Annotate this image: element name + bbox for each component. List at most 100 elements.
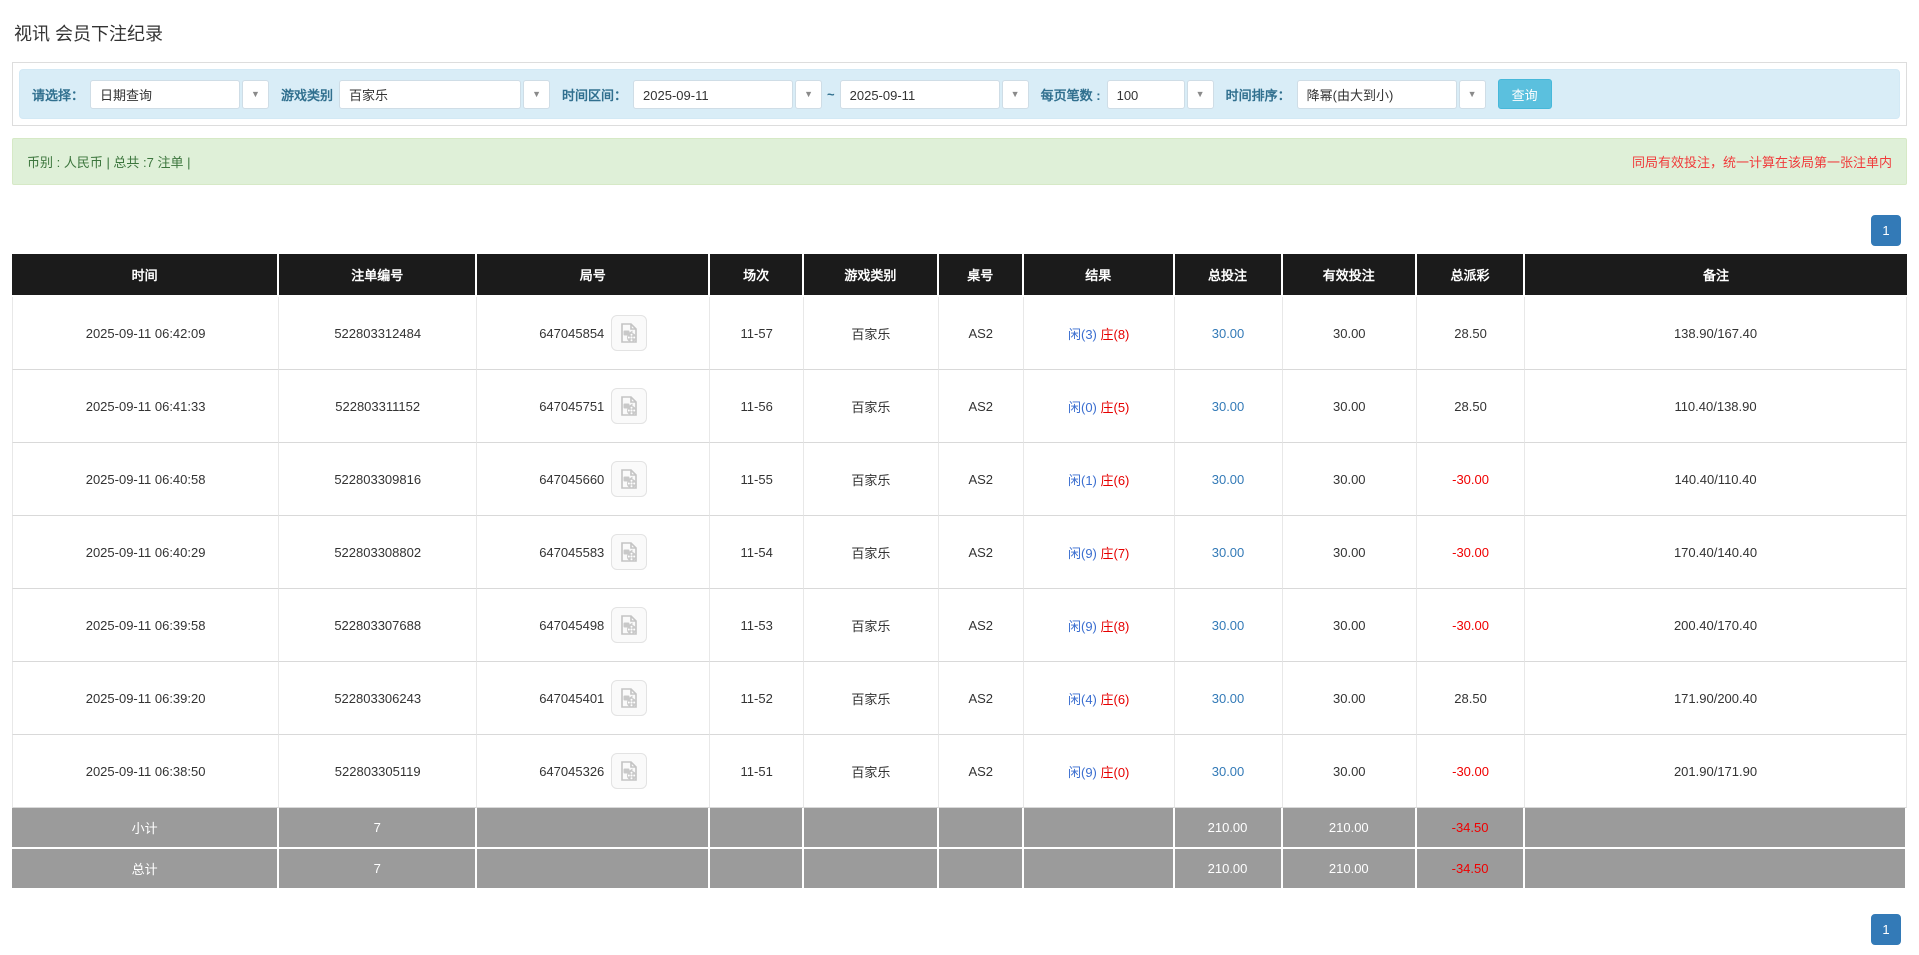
total-bet-link[interactable]: 30.00 — [1212, 399, 1245, 414]
video-file-icon — [621, 396, 638, 416]
cell-total-bet: 30.00 — [1174, 662, 1283, 735]
filter-toolbar: 请选择： 日期查询 ▼ 游戏类别 百家乐 ▼ 时间区间： 2025-09-11 … — [19, 69, 1900, 119]
date-to-value[interactable]: 2025-09-11 — [839, 79, 1000, 109]
chevron-down-icon[interactable]: ▼ — [242, 79, 270, 109]
chevron-down-icon[interactable]: ▼ — [523, 79, 551, 109]
chevron-down-icon[interactable]: ▼ — [1458, 79, 1486, 109]
total-bet-link[interactable]: 30.00 — [1212, 618, 1245, 633]
result-player: 闲(4) — [1067, 691, 1097, 707]
time-sort-value[interactable]: 降幂(由大到小) — [1296, 79, 1457, 109]
cell-table-no: AS2 — [938, 297, 1024, 370]
result-banker: 庄(6) — [1100, 472, 1130, 488]
subtotal-total-bet: 210.00 — [1174, 808, 1283, 849]
video-file-icon — [621, 323, 638, 343]
column-header-3: 场次 — [710, 254, 805, 297]
video-replay-button[interactable] — [611, 753, 648, 789]
cell-bet-id: 522803305119 — [279, 735, 478, 808]
cell-valid-bet: 30.00 — [1282, 662, 1418, 735]
date-from-select[interactable]: 2025-09-11 ▼ — [633, 79, 823, 109]
video-replay-button[interactable] — [611, 607, 648, 643]
column-header-6: 结果 — [1023, 254, 1175, 297]
video-replay-button[interactable] — [611, 534, 648, 570]
cell-total-bet: 30.00 — [1174, 735, 1283, 808]
cell-bet-id: 522803312484 — [279, 297, 478, 370]
cell-bet-id: 522803309816 — [279, 443, 478, 516]
cell-time: 2025-09-11 06:39:58 — [12, 589, 280, 662]
table-header-row: 时间 注单编号 局号 场次 游戏类别 桌号 结果 总投注 有效投注 总派彩 备注 — [12, 254, 1907, 297]
round-id-text: 647045751 — [539, 398, 605, 414]
chevron-down-icon[interactable]: ▼ — [1186, 79, 1214, 109]
cell-remark: 140.40/110.40 — [1525, 443, 1907, 516]
total-bet-link[interactable]: 30.00 — [1212, 326, 1245, 341]
cell-result: 闲(1) 庄(6) — [1023, 443, 1175, 516]
cell-total-bet: 30.00 — [1174, 589, 1283, 662]
video-replay-button[interactable] — [611, 680, 648, 716]
time-sort-select[interactable]: 降幂(由大到小) ▼ — [1296, 79, 1486, 109]
cell-session: 11-57 — [710, 297, 805, 370]
date-to-select[interactable]: 2025-09-11 ▼ — [839, 79, 1029, 109]
cell-payout: 28.50 — [1417, 370, 1526, 443]
date-from-value[interactable]: 2025-09-11 — [633, 79, 794, 109]
cell-bet-id: 522803307688 — [279, 589, 478, 662]
total-bet-link[interactable]: 30.00 — [1212, 472, 1245, 487]
video-file-icon — [621, 469, 638, 489]
pagination-top: 1 — [12, 215, 1901, 246]
video-file-icon — [621, 615, 638, 635]
cell-game-type: 百家乐 — [804, 735, 939, 808]
table-row: 2025-09-11 06:40:58 522803309816 647045660… — [12, 443, 1907, 516]
cell-table-no: AS2 — [938, 443, 1024, 516]
total-bet-link[interactable]: 30.00 — [1212, 691, 1245, 706]
video-file-icon — [621, 761, 638, 781]
cell-remark: 201.90/171.90 — [1525, 735, 1907, 808]
cell-session: 11-54 — [710, 516, 805, 589]
cell-result: 闲(0) 庄(5) — [1023, 370, 1175, 443]
column-header-5: 桌号 — [938, 254, 1024, 297]
video-replay-button[interactable] — [611, 461, 648, 497]
video-replay-button[interactable] — [611, 388, 648, 424]
video-file-icon — [621, 688, 638, 708]
video-replay-button[interactable] — [611, 315, 648, 351]
round-id-text: 647045660 — [539, 471, 605, 487]
cell-game-type: 百家乐 — [804, 443, 939, 516]
betting-records-table: 时间 注单编号 局号 场次 游戏类别 桌号 结果 总投注 有效投注 总派彩 备注 2025-09-1… — [12, 254, 1907, 890]
query-type-value[interactable]: 日期查询 — [90, 79, 241, 109]
cell-game-type: 百家乐 — [804, 516, 939, 589]
cell-result: 闲(4) 庄(6) — [1023, 662, 1175, 735]
subtotal-label: 小计 — [12, 808, 280, 849]
total-label: 总计 — [12, 849, 280, 890]
total-row: 总计 7 210.00 210.00 -34.50 — [12, 849, 1907, 890]
total-bet-link[interactable]: 30.00 — [1212, 764, 1245, 779]
game-type-value[interactable]: 百家乐 — [339, 79, 522, 109]
cell-total-bet: 30.00 — [1174, 443, 1283, 516]
page-size-value[interactable]: 100 — [1106, 79, 1185, 109]
cell-table-no: AS2 — [938, 370, 1024, 443]
cell-payout: 28.50 — [1417, 662, 1526, 735]
page-button-1[interactable]: 1 — [1871, 914, 1901, 945]
cell-session: 11-52 — [710, 662, 805, 735]
page-size-select[interactable]: 100 ▼ — [1106, 79, 1214, 109]
query-type-select[interactable]: 日期查询 ▼ — [90, 79, 270, 109]
column-header-2: 局号 — [477, 254, 711, 297]
time-range-label: 时间区间： — [562, 87, 628, 103]
cell-table-no: AS2 — [938, 735, 1024, 808]
game-type-select[interactable]: 百家乐 ▼ — [339, 79, 551, 109]
chevron-down-icon[interactable]: ▼ — [795, 79, 823, 109]
table-body: 2025-09-11 06:42:09 522803312484 647045854… — [12, 297, 1907, 808]
cell-valid-bet: 30.00 — [1282, 589, 1418, 662]
total-bet-link[interactable]: 30.00 — [1212, 545, 1245, 560]
chevron-down-icon[interactable]: ▼ — [1001, 79, 1029, 109]
cell-remark: 170.40/140.40 — [1525, 516, 1907, 589]
time-sort-label: 时间排序： — [1225, 87, 1291, 103]
cell-time: 2025-09-11 06:40:29 — [12, 516, 280, 589]
cell-remark: 200.40/170.40 — [1525, 589, 1907, 662]
column-header-10: 备注 — [1525, 254, 1907, 297]
cell-time: 2025-09-11 06:39:20 — [12, 662, 280, 735]
cell-table-no: AS2 — [938, 662, 1024, 735]
result-banker: 庄(6) — [1100, 691, 1130, 707]
cell-total-bet: 30.00 — [1174, 516, 1283, 589]
cell-remark: 138.90/167.40 — [1525, 297, 1907, 370]
page-button-1[interactable]: 1 — [1871, 215, 1901, 246]
search-button[interactable]: 查询 — [1497, 79, 1552, 109]
cell-game-type: 百家乐 — [804, 297, 939, 370]
column-header-8: 有效投注 — [1282, 254, 1418, 297]
